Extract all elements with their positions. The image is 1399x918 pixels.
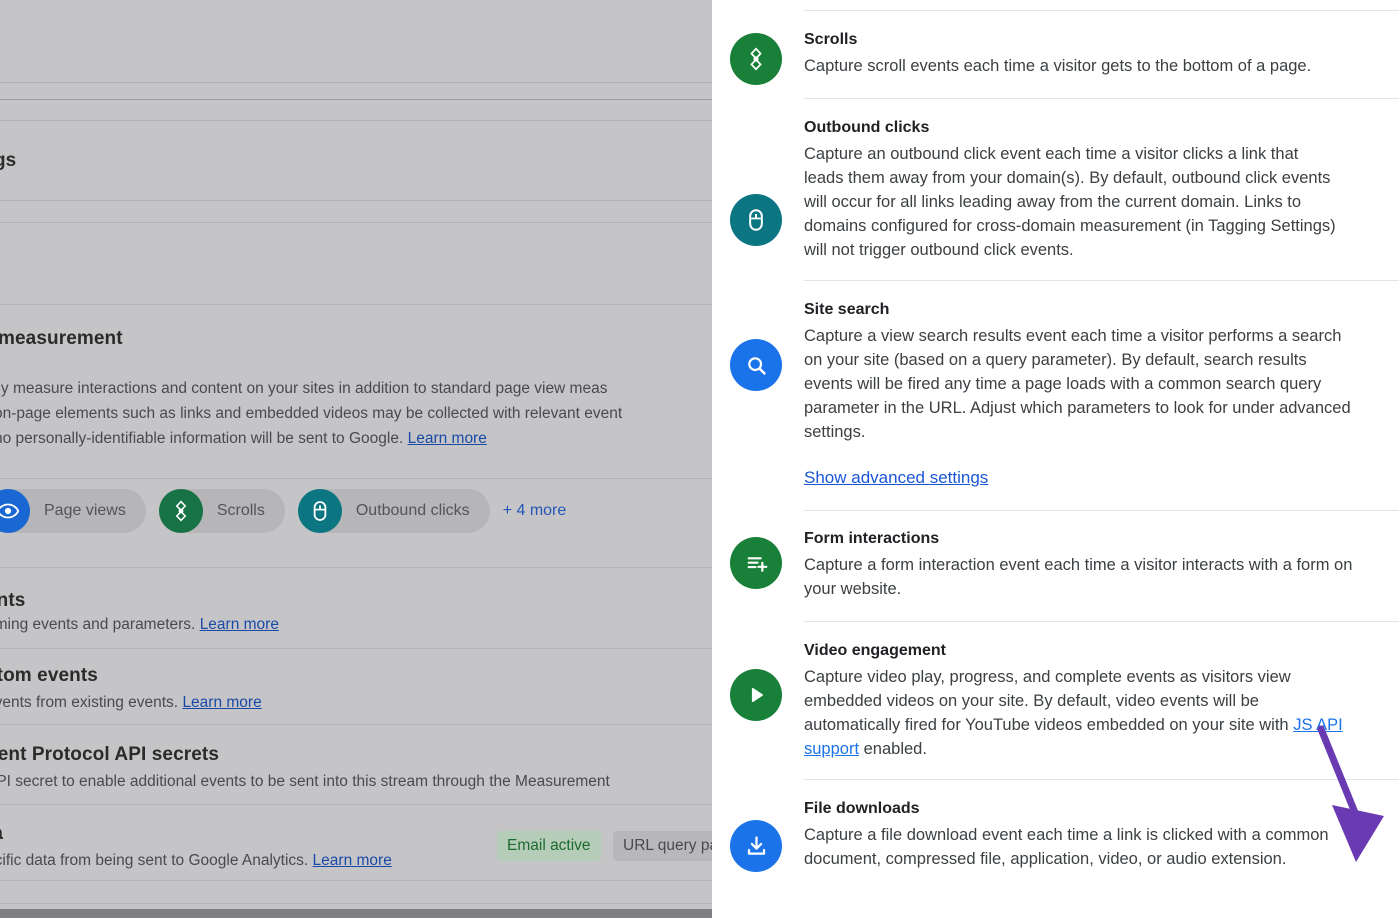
enhanced-measurement-line1: lly measure interactions and content on … — [0, 380, 608, 397]
setting-title: Site search — [804, 301, 890, 318]
chip-page-views[interactable]: Page views — [0, 489, 146, 533]
learn-more-link[interactable]: Learn more — [200, 616, 279, 633]
divider — [0, 304, 712, 305]
chip-label: Outbound clicks — [355, 502, 470, 519]
download-icon — [730, 820, 782, 872]
setting-title: Outbound clicks — [804, 119, 930, 136]
custom-events-desc: events from existing events. Learn more — [0, 690, 262, 715]
setting-row-file-downloads: File downloads Capture a file download e… — [730, 779, 1399, 889]
scroll-target-icon — [730, 33, 782, 85]
setting-row-site-search: Site search Capture a view search result… — [730, 280, 1399, 510]
chip-outbound-clicks[interactable]: Outbound clicks — [297, 489, 490, 533]
divider — [0, 222, 712, 223]
setting-title: File downloads — [804, 800, 920, 817]
mouse-icon — [297, 489, 342, 533]
chip-scrolls[interactable]: Scrolls — [158, 489, 285, 533]
play-icon — [730, 669, 782, 721]
setting-title: Form interactions — [804, 530, 940, 547]
divider — [0, 478, 712, 479]
form-plus-icon — [730, 537, 782, 589]
setting-description: Capture a file download event each time … — [804, 826, 1329, 868]
learn-more-link[interactable]: Learn more — [313, 852, 392, 869]
setting-description-after: enabled. — [859, 740, 927, 758]
divider — [0, 82, 712, 83]
divider — [0, 120, 712, 121]
setting-description: Capture video play, progress, and comple… — [804, 665, 1356, 761]
enhanced-measurement-chips: Page views Scrolls Outbound clicks + 4 m… — [0, 489, 566, 533]
events-section-desc-text: oming events and parameters. — [0, 616, 196, 633]
setting-description: Capture an outbound click event each tim… — [804, 145, 1336, 259]
divider — [0, 648, 712, 649]
divider — [0, 724, 712, 725]
setting-row-outbound-clicks: Outbound clicks Capture an outbound clic… — [730, 98, 1399, 280]
show-advanced-settings-link[interactable]: Show advanced settings — [804, 468, 988, 488]
setting-row-video-engagement: Video engagement Capture video play, pro… — [730, 621, 1399, 779]
data-section-title: ta — [0, 823, 3, 845]
setting-row-scrolls: Scrolls Capture scroll events each time … — [730, 10, 1399, 98]
setting-title: Scrolls — [804, 31, 858, 48]
data-section-desc: ecific data from being sent to Google An… — [0, 848, 392, 873]
events-section-desc: oming events and parameters. Learn more — [0, 612, 279, 637]
status-badge-url-query: URL query pa — [613, 831, 712, 861]
chip-label: Scrolls — [216, 502, 265, 519]
eye-icon — [0, 489, 30, 533]
screen: gs measurement lly measure interactions … — [0, 0, 1399, 918]
data-section-desc-text: ecific data from being sent to Google An… — [0, 852, 309, 869]
mp-api-secrets-title: nent Protocol API secrets — [0, 744, 220, 765]
bottom-shadow-bar — [0, 909, 712, 918]
search-icon — [730, 339, 782, 391]
chips-more-link[interactable]: + 4 more — [503, 502, 567, 520]
divider — [0, 200, 712, 201]
chip-label: Page views — [44, 502, 126, 519]
enhanced-measurement-line2: on-page elements such as links and embed… — [0, 405, 623, 422]
background-page-content: gs measurement lly measure interactions … — [0, 0, 712, 918]
setting-description: Capture scroll events each time a visito… — [804, 57, 1312, 75]
enhanced-measurement-panel: Scrolls Capture scroll events each time … — [712, 0, 1399, 918]
setting-description: Capture a form interaction event each ti… — [804, 556, 1353, 598]
dimmed-backdrop: gs measurement lly measure interactions … — [0, 0, 712, 918]
divider — [0, 567, 712, 568]
scroll-target-icon — [158, 489, 203, 533]
learn-more-link[interactable]: Learn more — [408, 430, 487, 447]
divider — [0, 99, 712, 100]
mp-api-secrets-desc: API secret to enable additional events t… — [0, 773, 610, 790]
mouse-icon — [730, 194, 782, 246]
custom-events-title: stom events — [0, 665, 98, 686]
learn-more-link[interactable]: Learn more — [182, 694, 261, 711]
setting-row-form-interactions: Form interactions Capture a form interac… — [730, 510, 1399, 621]
enhanced-measurement-title: measurement — [0, 328, 123, 349]
enhanced-measurement-line3: no personally-identifiable information w… — [0, 426, 712, 451]
divider — [0, 880, 712, 881]
status-badge-email-active: Email active — [497, 831, 601, 861]
setting-title: Video engagement — [804, 642, 946, 659]
setting-description-before: Capture video play, progress, and comple… — [804, 668, 1294, 734]
setting-description: Capture a view search results event each… — [804, 327, 1351, 441]
background-partial-heading: gs — [0, 150, 17, 171]
events-section-title: ents — [0, 590, 26, 611]
divider — [0, 804, 712, 805]
enhanced-measurement-line3-text: no personally-identifiable information w… — [0, 430, 404, 447]
custom-events-desc-text: events from existing events. — [0, 694, 179, 711]
divider — [0, 903, 712, 904]
